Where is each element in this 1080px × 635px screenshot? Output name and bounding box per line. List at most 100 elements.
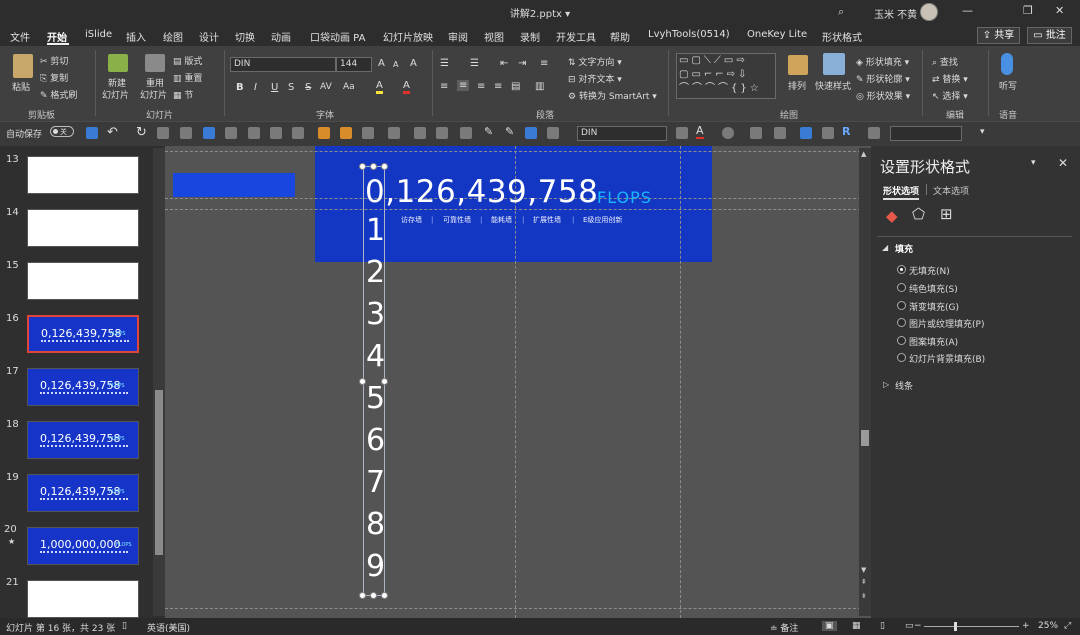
scroll-up-icon[interactable]: ▲ xyxy=(861,150,866,158)
underline-button[interactable]: U xyxy=(271,82,278,93)
qat-icon[interactable] xyxy=(414,127,426,139)
bring-forward-icon[interactable] xyxy=(318,127,330,139)
option-label[interactable]: 渐变填充(G) xyxy=(909,300,959,313)
highlight-button[interactable]: A xyxy=(376,80,383,94)
subtag[interactable]: 扩展性墙 xyxy=(533,215,561,225)
slide-thumbnail[interactable] xyxy=(27,580,139,618)
smartart-button[interactable]: ⚙ 转换为 SmartArt ▾ xyxy=(568,89,657,102)
collapse-caret-icon[interactable]: ◢ xyxy=(882,243,888,252)
document-title[interactable]: 讲解2.pptx ▾ xyxy=(0,5,1080,20)
italic-button[interactable]: I xyxy=(254,82,257,93)
qat-customize-icon[interactable]: ▾ xyxy=(980,127,985,137)
numbering-button[interactable]: ☰ xyxy=(470,58,479,69)
char-spacing-button[interactable]: AV xyxy=(320,82,332,92)
microphone-icon[interactable] xyxy=(1001,53,1013,75)
font-color-button[interactable]: A xyxy=(403,80,410,94)
zoom-slider-knob[interactable] xyxy=(954,622,957,631)
comments-button[interactable]: ▭ 批注 xyxy=(1027,27,1072,44)
subtag[interactable]: E级应用创新 xyxy=(583,215,622,225)
bullets-button[interactable]: ☰ xyxy=(440,58,449,69)
send-backward-icon[interactable] xyxy=(340,127,352,139)
size-properties-icon[interactable]: ⊞ xyxy=(940,205,953,223)
radio-no-fill[interactable] xyxy=(897,265,906,274)
justify-button[interactable]: ≡ xyxy=(494,81,502,92)
fill-line-icon[interactable]: ◆ xyxy=(886,207,898,225)
select-button[interactable]: ↖ 选择 ▾ xyxy=(932,89,968,102)
tab-view[interactable]: 视图 xyxy=(484,29,504,44)
radio-gradient-fill[interactable] xyxy=(897,301,906,310)
paste-button[interactable]: 粘贴 xyxy=(12,80,30,93)
arrange-icon[interactable] xyxy=(788,55,808,75)
shadow-button[interactable]: S xyxy=(288,82,294,93)
quick-styles-button[interactable]: 快速样式 xyxy=(815,79,851,92)
tab-insert[interactable]: 插入 xyxy=(126,29,146,44)
shape-outline-button[interactable]: ✎ 形状轮廓 ▾ xyxy=(856,72,910,85)
slide-thumbnail[interactable] xyxy=(27,156,139,194)
undo-icon[interactable]: ↶ xyxy=(107,125,118,140)
shape-effects-button[interactable]: ◎ 形状效果 ▾ xyxy=(856,89,910,102)
canvas-scroll-thumb[interactable] xyxy=(861,430,869,446)
tab-slideshow[interactable]: 幻灯片放映 xyxy=(383,29,433,44)
find-button[interactable]: ⌕ 查找 xyxy=(932,55,958,68)
format-painter-button[interactable]: ✎ 格式刷 xyxy=(40,88,77,101)
change-case-button[interactable]: Aa xyxy=(343,82,355,92)
tab-transitions[interactable]: 切换 xyxy=(235,29,255,44)
resize-handle[interactable] xyxy=(381,592,388,599)
qat-icon[interactable] xyxy=(750,127,762,139)
distribute-button[interactable]: ▤ xyxy=(511,81,520,92)
indent-decrease-button[interactable]: ⇤ xyxy=(500,58,508,69)
tab-pocket-animation[interactable]: 口袋动画 PA xyxy=(310,29,365,44)
big-number-text[interactable]: 0,126,439,758 xyxy=(365,174,598,210)
replace-button[interactable]: ⇄ 替换 ▾ xyxy=(932,72,968,85)
option-label[interactable]: 图片或纹理填充(P) xyxy=(909,317,984,330)
fill-color-icon[interactable] xyxy=(525,127,537,139)
quick-styles-icon[interactable] xyxy=(823,53,845,75)
shape-fill-button[interactable]: ◈ 形状填充 ▾ xyxy=(856,55,909,68)
reset-button[interactable]: ▥ 重置 xyxy=(173,71,202,84)
subtag[interactable]: 可靠性墙 xyxy=(443,215,471,225)
resize-handle[interactable] xyxy=(381,163,388,170)
align-text-button[interactable]: ⊟ 对齐文本 ▾ xyxy=(568,72,622,85)
fill-section-header[interactable]: 填充 xyxy=(895,242,913,255)
tab-onekey[interactable]: OneKey Lite xyxy=(747,29,807,40)
qat-icon[interactable] xyxy=(436,127,448,139)
restore-button[interactable]: ❐ xyxy=(1023,4,1033,17)
option-label[interactable]: 纯色填充(S) xyxy=(909,282,958,295)
prev-slide-icon[interactable]: ⇞ xyxy=(861,578,867,586)
slide-thumbnail[interactable]: 0,126,439,758 FLOPS xyxy=(27,368,139,406)
pane-options-icon[interactable]: ▾ xyxy=(1031,158,1036,168)
shrink-font-button[interactable]: A xyxy=(393,60,398,69)
grow-font-button[interactable]: A xyxy=(378,58,385,69)
normal-view-icon[interactable]: ▣ xyxy=(822,621,837,631)
language-status[interactable]: 英语(美国) xyxy=(147,621,190,634)
slide-thumbnail[interactable]: 0,126,439,758 FLOPS xyxy=(27,421,139,459)
text-direction-button[interactable]: ⇅ 文字方向 ▾ xyxy=(568,55,622,68)
columns-button[interactable]: ▥ xyxy=(535,81,544,92)
zoom-in-button[interactable]: + xyxy=(1022,621,1030,631)
tab-draw[interactable]: 绘图 xyxy=(163,29,183,44)
radio-solid-fill[interactable] xyxy=(897,283,906,292)
section-button[interactable]: ▦ 节 xyxy=(173,88,193,101)
tab-record[interactable]: 录制 xyxy=(520,29,540,44)
shapes-icon[interactable] xyxy=(248,127,260,139)
tab-review[interactable]: 审阅 xyxy=(448,29,468,44)
slideshow-icon[interactable]: ▭ xyxy=(905,621,914,631)
tab-developer[interactable]: 开发工具 xyxy=(556,29,596,44)
qat-icon[interactable] xyxy=(722,127,734,139)
zoom-out-button[interactable]: − xyxy=(914,621,922,631)
reading-view-icon[interactable]: ▯ xyxy=(880,621,885,631)
option-label[interactable]: 幻灯片背景填充(B) xyxy=(909,352,985,365)
radio-pattern-fill[interactable] xyxy=(897,336,906,345)
qat-icon[interactable] xyxy=(180,127,192,139)
start-slideshow-icon[interactable] xyxy=(157,127,169,139)
dictate-button[interactable]: 听写 xyxy=(999,79,1017,92)
clear-format-button[interactable]: A xyxy=(410,58,417,69)
minimize-button[interactable]: — xyxy=(962,4,973,17)
reuse-slides-icon[interactable] xyxy=(145,54,165,72)
option-label[interactable]: 无填充(N) xyxy=(909,264,950,277)
user-name[interactable]: 玉米 不黄 xyxy=(874,6,917,21)
option-label[interactable]: 图案填充(A) xyxy=(909,335,958,348)
qat-icon[interactable] xyxy=(868,127,880,139)
tab-shape-format[interactable]: 形状格式 xyxy=(822,29,862,44)
tab-islide[interactable]: iSlide xyxy=(85,29,112,40)
